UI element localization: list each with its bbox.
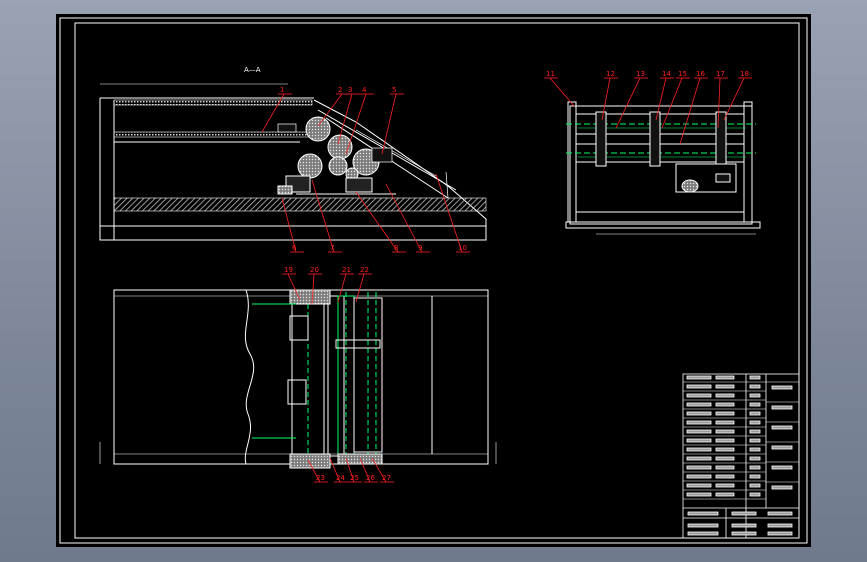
- parts-list-row: [686, 465, 712, 470]
- parts-list-row: [686, 429, 712, 434]
- callout-part-14-label: 14: [662, 70, 671, 78]
- callout-part-2: 2: [317, 86, 350, 127]
- callout-part-22: 22: [355, 266, 372, 303]
- end-view: [565, 101, 761, 235]
- callout-part-8-label: 8: [394, 244, 398, 252]
- callout-part-16-label: 16: [696, 70, 705, 78]
- drawing-sheet: A—A 1 2 3 4 5 6 7 8 9 10 11 12 13 14 15 …: [56, 14, 811, 547]
- callout-part-18-label: 18: [740, 70, 749, 78]
- callout-part-11-label: 11: [546, 70, 555, 78]
- callout-part-17-label: 17: [716, 70, 725, 78]
- parts-list-row: [686, 420, 712, 425]
- callout-part-12-label: 12: [606, 70, 615, 78]
- callout-part-23-label: 23: [316, 474, 325, 482]
- parts-list-row: [686, 384, 712, 389]
- section-view-title: A—A: [244, 66, 261, 74]
- callout-part-5: 5: [381, 86, 404, 155]
- parts-list-row: [686, 393, 712, 398]
- callout-part-25-label: 25: [350, 474, 359, 482]
- parts-list-row: [686, 402, 712, 407]
- callout-part-13-label: 13: [636, 70, 645, 78]
- callout-part-16: 16: [679, 70, 708, 145]
- parts-list-row: [686, 411, 712, 416]
- callout-part-1-label: 1: [280, 86, 284, 94]
- drawing-canvas: A—A 1 2 3 4 56 7 8 9 1011 12 13 14 15 16…: [59, 17, 808, 544]
- callout-part-18: 18: [723, 70, 752, 121]
- side-view: A—A: [99, 66, 487, 241]
- callout-part-26-label: 26: [366, 474, 375, 482]
- callout-part-4-label: 4: [362, 86, 367, 94]
- title-block: [682, 373, 800, 539]
- callout-part-19-label: 19: [284, 266, 293, 274]
- callout-part-24-label: 24: [336, 474, 345, 482]
- plan-view: [99, 289, 497, 469]
- callout-part-22-label: 22: [360, 266, 369, 274]
- callout-part-11: 11: [544, 70, 575, 107]
- parts-list-row: [686, 492, 712, 497]
- callout-part-10-label: 10: [458, 244, 467, 252]
- callout-part-27-label: 27: [382, 474, 391, 482]
- callout-part-21-label: 21: [342, 266, 351, 274]
- callout-part-7-label: 7: [330, 244, 334, 252]
- callouts: 1 2 3 4 56 7 8 9 1011 12 13 14 15 16 17 1819 20 21 2223 24 2…: [261, 70, 752, 483]
- parts-list-row: [686, 483, 712, 488]
- parts-list-row: [686, 438, 712, 443]
- parts-list-row: [686, 447, 712, 452]
- parts-list-row: [686, 456, 712, 461]
- callout-part-15-label: 15: [678, 70, 687, 78]
- callout-part-9-label: 9: [418, 244, 422, 252]
- callout-part-5-label: 5: [392, 86, 396, 94]
- callout-part-2-label: 2: [338, 86, 342, 94]
- parts-list-row: [686, 375, 712, 380]
- callout-part-13: 13: [615, 70, 648, 129]
- callout-part-6-label: 6: [292, 244, 297, 252]
- callout-part-20-label: 20: [310, 266, 319, 274]
- callout-part-3-label: 3: [348, 86, 352, 94]
- callout-part-7: 7: [311, 179, 342, 253]
- cad-viewport[interactable]: A—A 1 2 3 4 5 6 7 8 9 10 11 12 13 14 15 …: [0, 0, 867, 562]
- parts-list-row: [686, 474, 712, 479]
